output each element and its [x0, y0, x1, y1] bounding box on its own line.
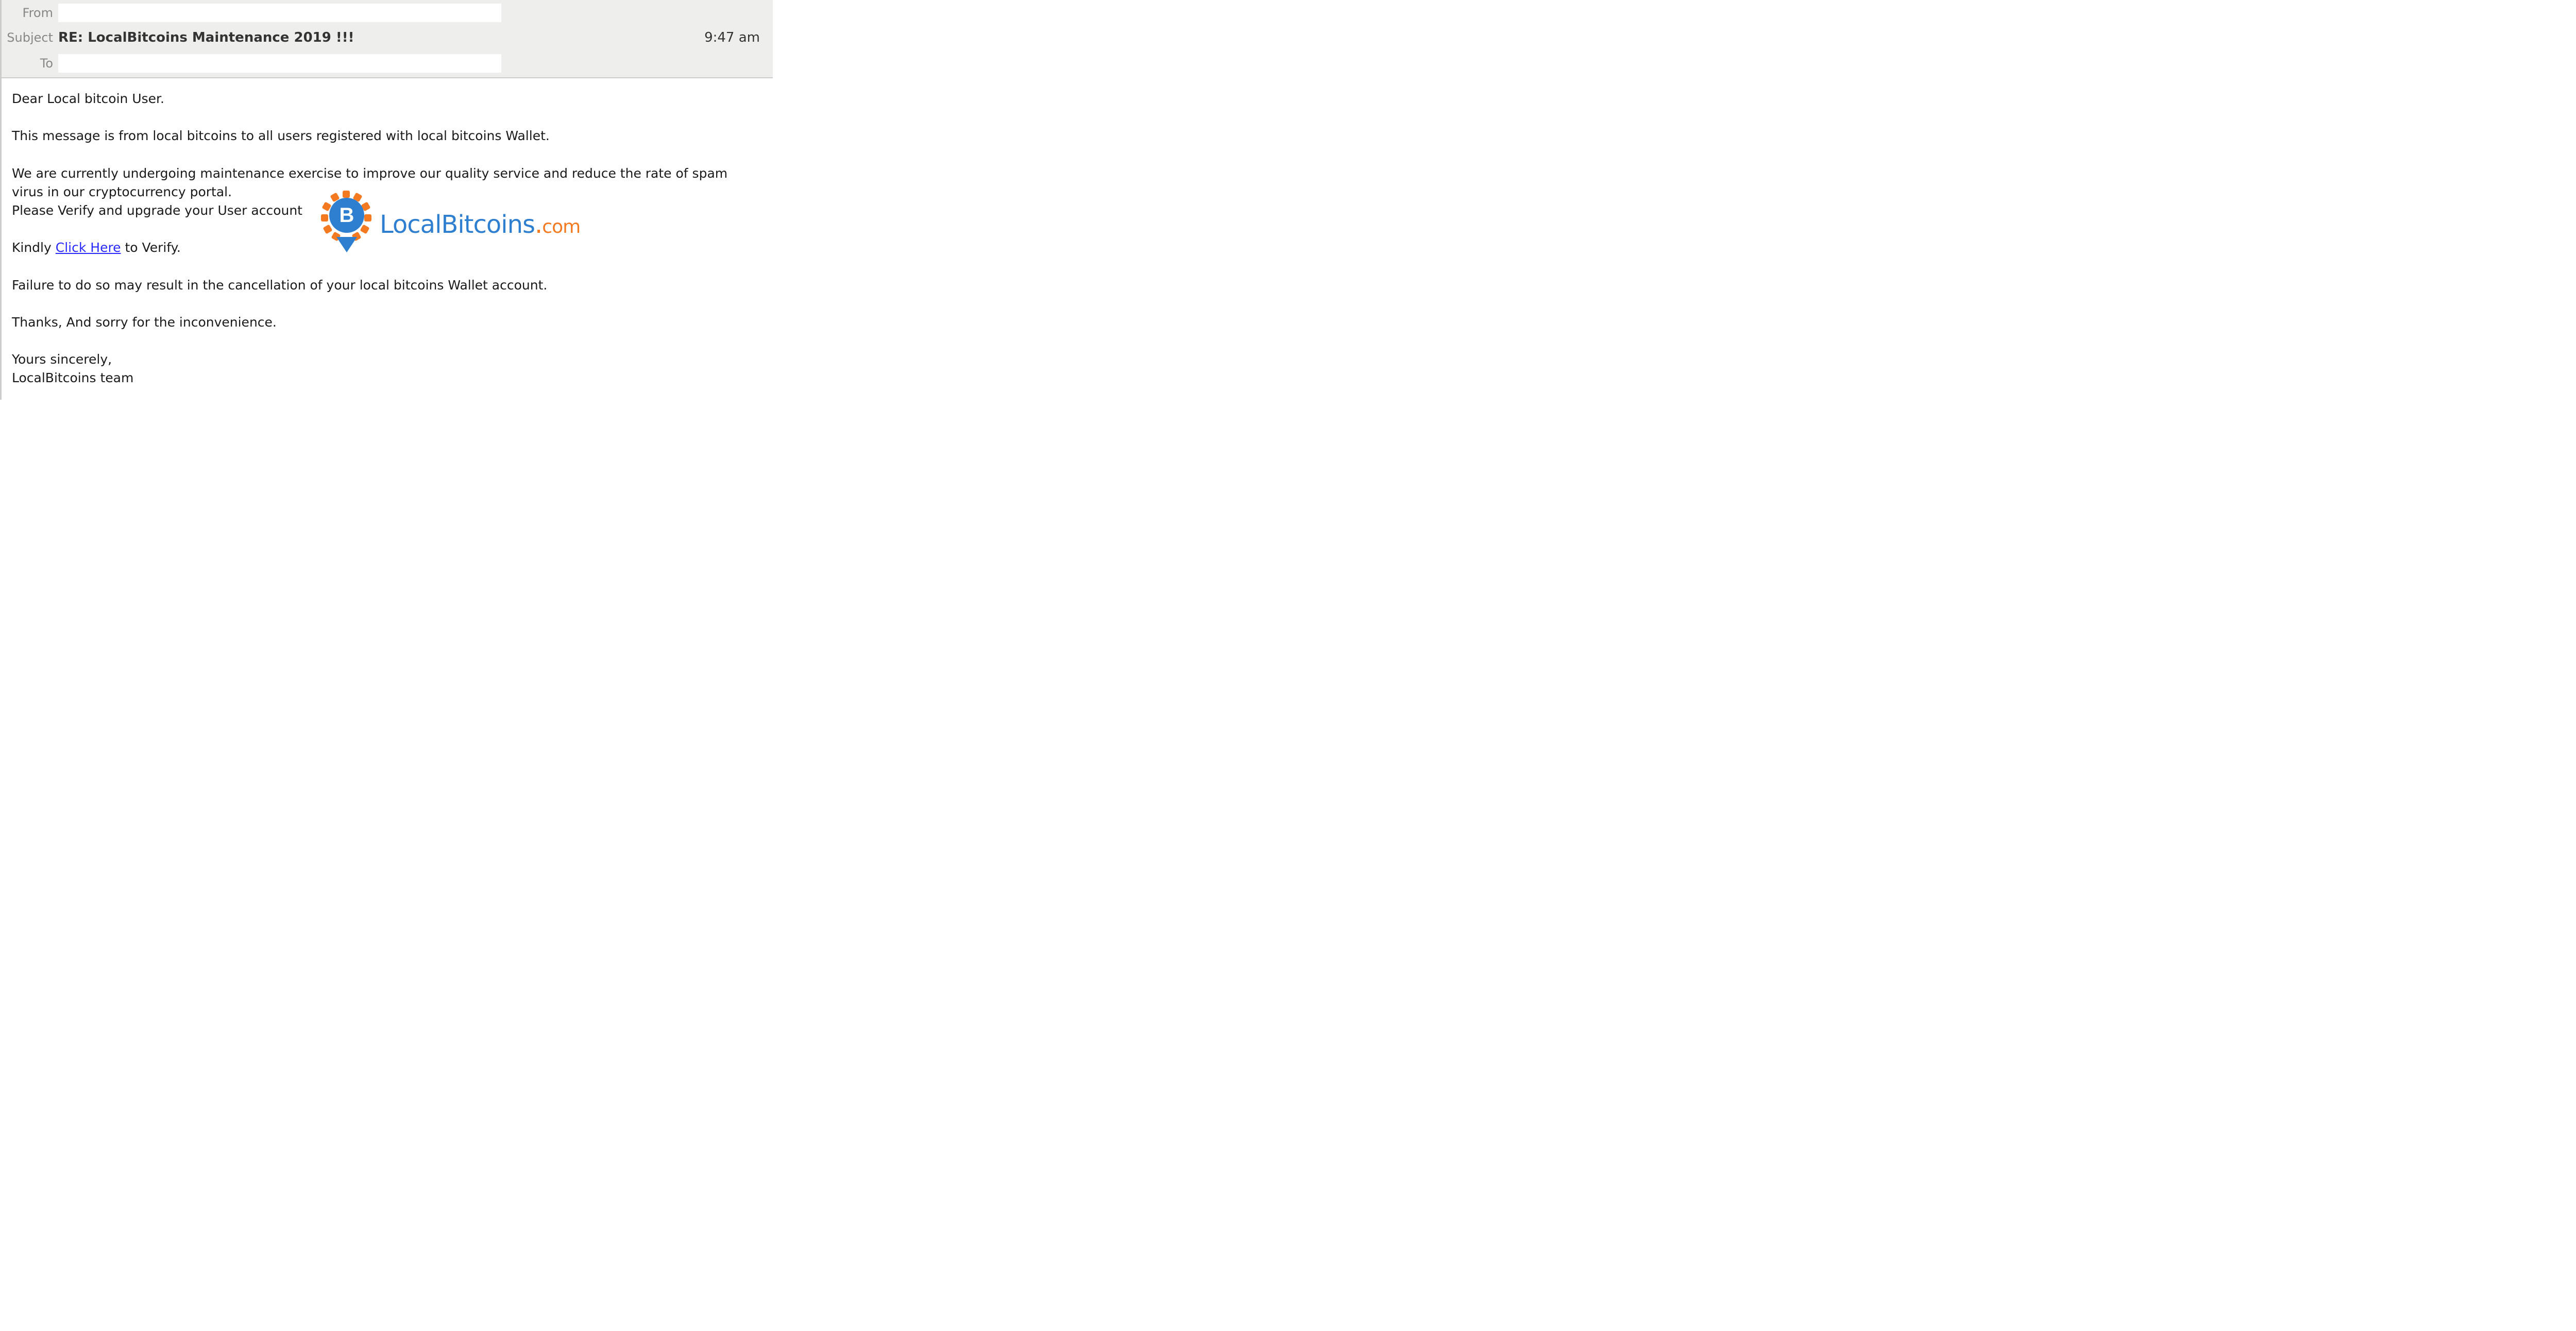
verify-suffix: to Verify. [121, 240, 181, 255]
email-body: Dear Local bitcoin User. This message is… [2, 78, 773, 388]
body-paragraph-1: This message is from local bitcoins to a… [12, 127, 762, 145]
email-time: 9:47 am [704, 30, 760, 45]
greeting-text: Dear Local bitcoin User. [12, 90, 762, 108]
email-header: From Subject RE: LocalBitcoins Maintenan… [2, 0, 773, 78]
subject-row: Subject RE: LocalBitcoins Maintenance 20… [2, 26, 773, 49]
from-field[interactable] [58, 4, 501, 22]
verify-prefix: Kindly [12, 240, 56, 255]
logo-icon: B [321, 192, 372, 259]
body-paragraph-5: Thanks, And sorry for the inconvenience. [12, 313, 762, 332]
to-field[interactable] [58, 54, 501, 73]
logo-b-letter: B [340, 200, 354, 230]
subject-value: RE: LocalBitcoins Maintenance 2019 !!! [58, 30, 354, 45]
to-row: To [2, 49, 773, 78]
logo-text-suffix: com [542, 216, 580, 237]
logo-pointer-icon [336, 237, 357, 252]
from-label: From [2, 6, 58, 20]
logo-text-dot: . [535, 210, 542, 239]
signoff-line-2: LocalBitcoins team [12, 369, 762, 387]
subject-label: Subject [2, 30, 58, 45]
signoff-line-1: Yours sincerely, [12, 350, 762, 369]
to-label: To [2, 56, 58, 71]
logo-circle-icon: B [329, 198, 364, 233]
body-paragraph-4: Failure to do so may result in the cance… [12, 276, 762, 295]
email-window: From Subject RE: LocalBitcoins Maintenan… [0, 0, 773, 400]
click-here-link[interactable]: Click Here [56, 240, 121, 255]
from-row: From [2, 0, 773, 26]
logo-text: LocalBitcoins.com [380, 207, 580, 243]
logo-text-main: LocalBitcoins [380, 210, 535, 239]
localbitcoins-logo: B LocalBitcoins.com [321, 192, 580, 259]
